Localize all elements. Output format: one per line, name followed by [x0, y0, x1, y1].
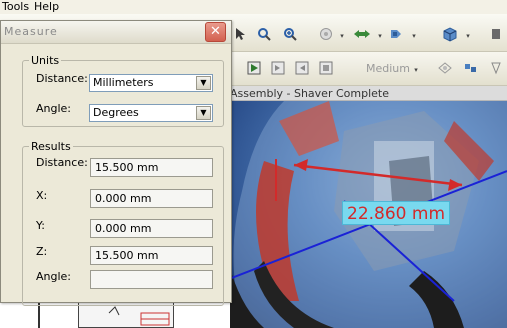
menu-bar: Tools Help [0, 0, 507, 14]
part-dropdown-icon[interactable]: ▾ [464, 32, 472, 40]
result-angle-label: Angle: [36, 270, 72, 283]
units-group-label: Units [29, 54, 62, 67]
result-x-value: 0.000 mm [95, 192, 152, 205]
dialog-title: Measure [4, 25, 58, 38]
distance-units-select[interactable]: Millimeters ▼ [89, 74, 213, 92]
result-angle-field [90, 270, 213, 289]
explode-icon[interactable] [436, 60, 454, 76]
play-icon[interactable] [246, 60, 262, 76]
orbit-dropdown-icon[interactable]: ▾ [338, 32, 346, 40]
result-x-field: 0.000 mm [90, 189, 213, 208]
dialog-title-bar[interactable]: Measure ✕ [1, 21, 231, 44]
result-y-label: Y: [36, 219, 45, 232]
pan-icon[interactable] [352, 26, 372, 42]
document-tab-bar: Assembly - Shaver Complete [224, 86, 507, 101]
document-title: Assembly - Shaver Complete [230, 87, 389, 100]
collapse-icon[interactable] [488, 26, 504, 42]
angle-units-value: Degrees [93, 106, 139, 119]
assembly-icon[interactable] [462, 60, 480, 76]
drawing-thumbnail-preview [108, 306, 170, 326]
animation-icon[interactable] [318, 60, 334, 76]
result-distance-field: 15.500 mm [90, 158, 213, 177]
menu-tools[interactable]: Tools [2, 0, 29, 13]
select-tool-icon[interactable] [232, 26, 248, 42]
view-icon[interactable] [388, 26, 404, 42]
measure-dialog: Measure ✕ Units Distance: Millimeters ▼ … [0, 20, 232, 306]
measurement-label: 22.860 mm [342, 201, 451, 225]
result-y-value: 0.000 mm [95, 222, 152, 235]
distance-units-value: Millimeters [93, 76, 154, 89]
view-dropdown-icon[interactable]: ▾ [410, 32, 418, 40]
pan-dropdown-icon[interactable]: ▾ [376, 32, 384, 40]
step-back-icon[interactable] [294, 60, 310, 76]
menu-help[interactable]: Help [34, 0, 59, 13]
result-y-field: 0.000 mm [90, 219, 213, 238]
result-z-label: Z: [36, 245, 48, 258]
close-button[interactable]: ✕ [205, 22, 226, 42]
result-distance-label: Distance: [36, 156, 88, 169]
result-z-field: 15.500 mm [90, 246, 213, 265]
chevron-down-icon[interactable]: ▼ [196, 106, 211, 120]
result-distance-value: 15.500 mm [95, 161, 159, 174]
units-distance-label: Distance: [36, 72, 88, 85]
extra-tool-icon[interactable] [488, 60, 504, 76]
zoom-icon[interactable] [256, 26, 272, 42]
zoom-in-icon[interactable] [282, 26, 298, 42]
chevron-down-icon[interactable]: ▼ [196, 76, 211, 90]
quality-select[interactable]: Medium [366, 62, 410, 75]
units-angle-label: Angle: [36, 102, 72, 115]
quality-dropdown-icon[interactable]: ▾ [412, 66, 420, 74]
part-icon[interactable] [440, 25, 460, 43]
orbit-icon[interactable] [318, 26, 334, 42]
angle-units-select[interactable]: Degrees ▼ [89, 104, 213, 122]
close-icon: ✕ [210, 24, 221, 39]
results-group-label: Results [29, 140, 73, 153]
result-x-label: X: [36, 189, 48, 202]
result-z-value: 15.500 mm [95, 249, 159, 262]
step-forward-icon[interactable] [270, 60, 286, 76]
